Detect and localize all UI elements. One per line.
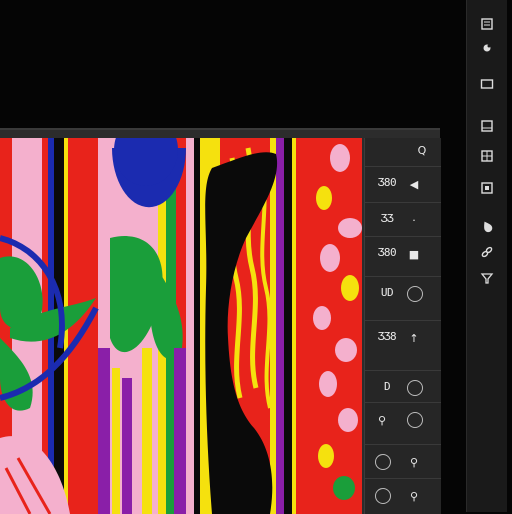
row-label: ƷƷ8 bbox=[377, 330, 397, 343]
circle-settings-icon[interactable] bbox=[375, 454, 391, 470]
canvas-window-header bbox=[0, 130, 440, 138]
brush-icon[interactable] bbox=[477, 38, 497, 58]
row-label: ƷƷ bbox=[380, 212, 394, 225]
link-icon[interactable] bbox=[477, 242, 497, 262]
circle-settings-icon[interactable] bbox=[407, 412, 423, 428]
adjustments-panel: Q Ʒ80 ◀ ƷƷ · Ʒ80 ■ UD ƷƷ8 ↑ D ⚲ ⚲ ⚲ bbox=[364, 138, 441, 514]
row-label: UD bbox=[380, 286, 394, 299]
layout-icon[interactable] bbox=[477, 116, 497, 136]
arrow-up-icon[interactable]: ↑ bbox=[405, 329, 423, 347]
canvas-window: Q Ʒ80 ◀ ƷƷ · Ʒ80 ■ UD ƷƷ8 ↑ D ⚲ ⚲ ⚲ bbox=[0, 128, 441, 514]
artwork-canvas[interactable] bbox=[0, 138, 362, 514]
circle-settings-icon[interactable] bbox=[407, 286, 423, 302]
pin-icon[interactable]: ⚲ bbox=[405, 453, 423, 471]
circle-settings-icon[interactable] bbox=[407, 380, 423, 396]
rectangle-icon[interactable] bbox=[477, 74, 497, 94]
pin-icon[interactable]: ⚲ bbox=[373, 411, 391, 429]
row-label: D bbox=[383, 380, 391, 393]
square-icon[interactable]: ■ bbox=[405, 245, 423, 263]
row-label: Ʒ80 bbox=[377, 246, 397, 259]
panel-row-9[interactable]: ⚲ bbox=[365, 478, 441, 513]
panel-row-6[interactable]: D bbox=[365, 370, 441, 405]
grid-icon[interactable] bbox=[477, 146, 497, 166]
panel-row-2[interactable]: ƷƷ · bbox=[365, 202, 441, 237]
pin-icon[interactable]: ⚲ bbox=[405, 487, 423, 505]
search-button[interactable]: Q bbox=[409, 142, 435, 158]
panel-row-1[interactable]: Ʒ80 ◀ bbox=[365, 166, 441, 201]
panel-row-8[interactable]: ⚲ bbox=[365, 444, 441, 479]
search-icon: Q bbox=[417, 143, 427, 157]
circle-settings-icon[interactable] bbox=[375, 488, 391, 504]
panel-row-3[interactable]: Ʒ80 ■ bbox=[365, 236, 441, 271]
dot-icon[interactable]: · bbox=[405, 211, 423, 229]
panel-row-7[interactable]: ⚲ bbox=[365, 402, 441, 437]
row-label: Ʒ80 bbox=[377, 176, 397, 189]
funnel-icon[interactable] bbox=[477, 268, 497, 288]
transform-icon[interactable] bbox=[477, 178, 497, 198]
tool-strip bbox=[466, 0, 507, 512]
layers-icon[interactable] bbox=[477, 14, 497, 34]
panel-row-5[interactable]: ƷƷ8 ↑ bbox=[365, 320, 441, 355]
drop-icon[interactable] bbox=[477, 216, 497, 236]
panel-row-4[interactable]: UD bbox=[365, 276, 441, 311]
chevron-left-icon[interactable]: ◀ bbox=[405, 175, 423, 193]
